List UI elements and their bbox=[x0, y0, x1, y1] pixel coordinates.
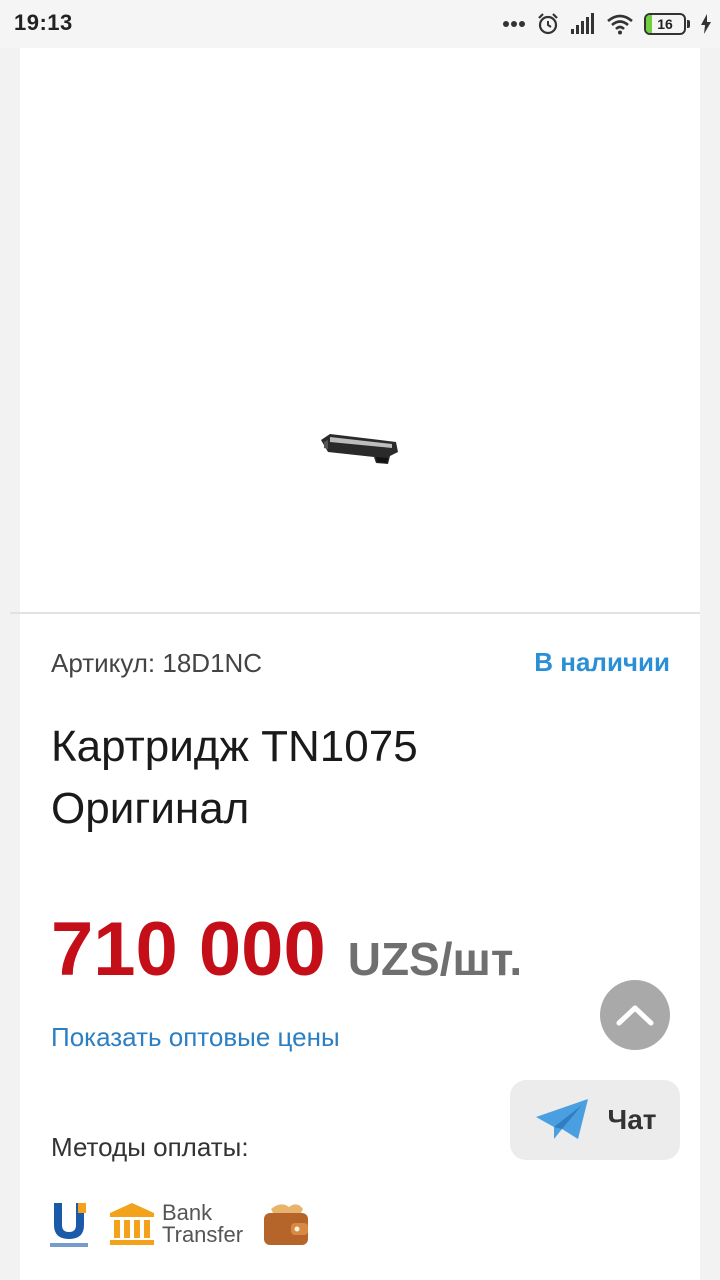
payment-methods-label: Методы оплаты: bbox=[51, 1132, 249, 1162]
wallet-icon bbox=[264, 1204, 309, 1245]
uzcard-icon bbox=[50, 1203, 88, 1247]
charging-icon bbox=[701, 14, 711, 34]
product-title: Картридж TN1075 Оригинал bbox=[51, 722, 418, 833]
telegram-icon bbox=[535, 1099, 588, 1139]
bank-transfer-line1: Bank bbox=[162, 1200, 213, 1225]
bank-transfer-text: Bank Transfer bbox=[162, 1202, 243, 1246]
chevron-up-icon bbox=[616, 1005, 654, 1026]
bank-transfer-method: Bank Transfer bbox=[108, 1201, 243, 1247]
chat-button[interactable]: Чат bbox=[510, 1080, 680, 1160]
scroll-to-top-button[interactable] bbox=[600, 980, 670, 1050]
more-dots-icon bbox=[503, 21, 525, 27]
status-bar: 19:13 16 bbox=[0, 0, 720, 48]
bank-transfer-icon bbox=[110, 1203, 154, 1245]
alarm-icon bbox=[538, 13, 558, 35]
cartridge-image bbox=[321, 434, 398, 464]
wifi-icon bbox=[607, 14, 633, 35]
signal-icon bbox=[571, 13, 594, 34]
wholesale-prices-link[interactable]: Показать оптовые цены bbox=[51, 1022, 340, 1053]
status-icons: 16 bbox=[502, 10, 712, 38]
chat-label: Чат bbox=[607, 1104, 657, 1135]
battery-level: 16 bbox=[657, 16, 673, 32]
stock-status: В наличии bbox=[534, 647, 670, 677]
bank-transfer-line2: Transfer bbox=[162, 1222, 244, 1247]
battery-icon: 16 bbox=[644, 13, 690, 35]
price-row: 710 000 UZS/шт. bbox=[51, 906, 522, 993]
product-sku: Артикул: 18D1NC bbox=[51, 648, 263, 678]
payment-methods: Bank Transfer bbox=[48, 1196, 311, 1252]
section-divider bbox=[10, 612, 700, 614]
status-time: 19:13 bbox=[14, 10, 73, 35]
product-image-area[interactable] bbox=[20, 48, 700, 612]
price-unit: UZS/шт. bbox=[347, 933, 523, 985]
price-value: 710 000 bbox=[51, 907, 326, 992]
